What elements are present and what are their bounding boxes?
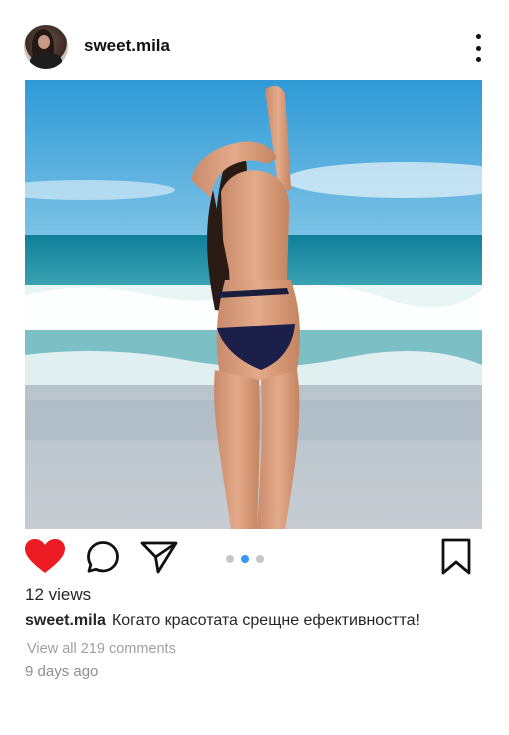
heart-icon[interactable] <box>24 538 66 574</box>
view-comments-link[interactable]: View all 219 comments <box>27 641 176 657</box>
comment-icon[interactable] <box>86 540 120 574</box>
carousel-indicator <box>226 555 264 563</box>
carousel-dot <box>256 555 264 563</box>
carousel-dot <box>226 555 234 563</box>
post-header: sweet.mila <box>0 0 509 80</box>
post-username[interactable]: sweet.mila <box>84 36 170 56</box>
carousel-dot-active <box>241 555 249 563</box>
bookmark-icon[interactable] <box>440 538 472 576</box>
caption-username[interactable]: sweet.mila <box>25 612 106 629</box>
post-caption: sweet.mila Когато красотата срещне ефекти… <box>25 612 420 630</box>
post-image[interactable] <box>25 80 482 529</box>
avatar[interactable] <box>24 25 68 69</box>
post-timestamp: 9 days ago <box>25 663 99 680</box>
caption-text: Когато красотата срещне ефективността! <box>111 612 420 629</box>
view-count: 12 views <box>25 585 92 604</box>
post-actions <box>0 530 509 586</box>
more-vertical-icon[interactable] <box>468 34 488 62</box>
send-icon[interactable] <box>140 540 178 574</box>
